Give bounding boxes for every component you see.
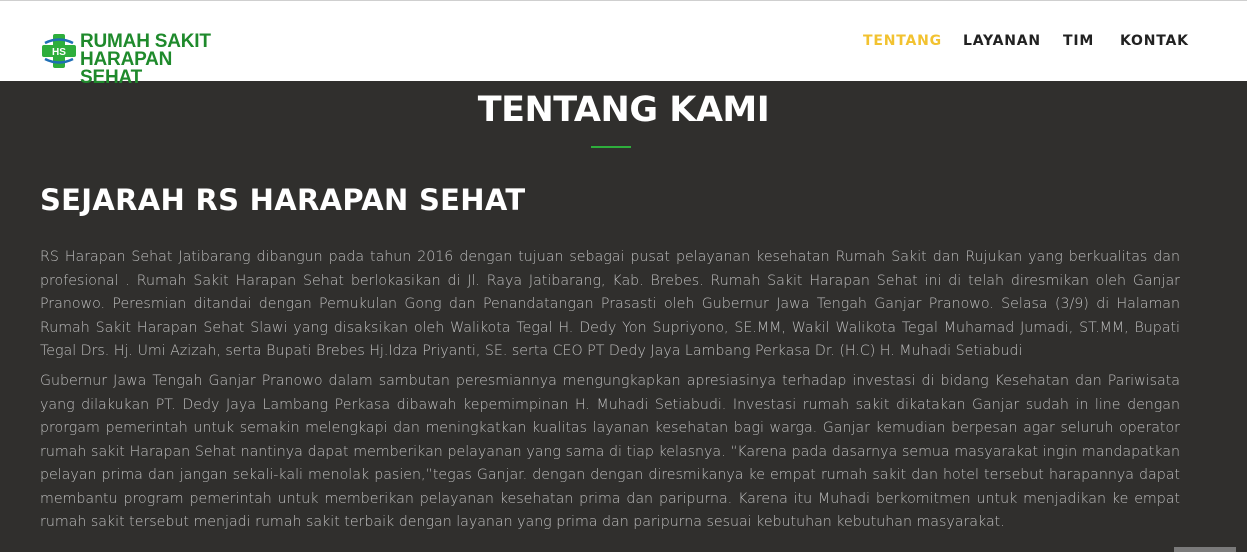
scroll-to-top-button[interactable] — [1174, 547, 1236, 552]
logo-mark-text: HS — [52, 47, 66, 58]
logo-text: RUMAH SAKIT HARAPAN SEHAT — [80, 32, 230, 88]
title-divider — [591, 146, 631, 148]
medical-cross-logo-icon: HS — [42, 34, 76, 68]
site-logo[interactable]: HS RUMAH SAKIT HARAPAN SEHAT — [40, 31, 230, 87]
nav-kontak[interactable]: KONTAK — [1120, 33, 1189, 49]
nav-tentang[interactable]: TENTANG — [863, 33, 942, 49]
history-paragraph-2: Gubernur Jawa Tengah Ganjar Pranowo dala… — [40, 373, 1180, 530]
nav-tim[interactable]: TIM — [1063, 33, 1094, 49]
site-header: HS RUMAH SAKIT HARAPAN SEHAT TENTANG LAY… — [0, 1, 1247, 87]
nav-layanan[interactable]: LAYANAN — [963, 33, 1041, 49]
logo-line2: HARAPAN SEHAT — [80, 49, 173, 88]
section-title: TENTANG KAMI — [477, 90, 770, 130]
history-heading: SEJARAH RS HARAPAN SEHAT — [40, 183, 526, 217]
history-paragraph-1: RS Harapan Sehat Jatibarang dibangun pad… — [40, 249, 1180, 359]
